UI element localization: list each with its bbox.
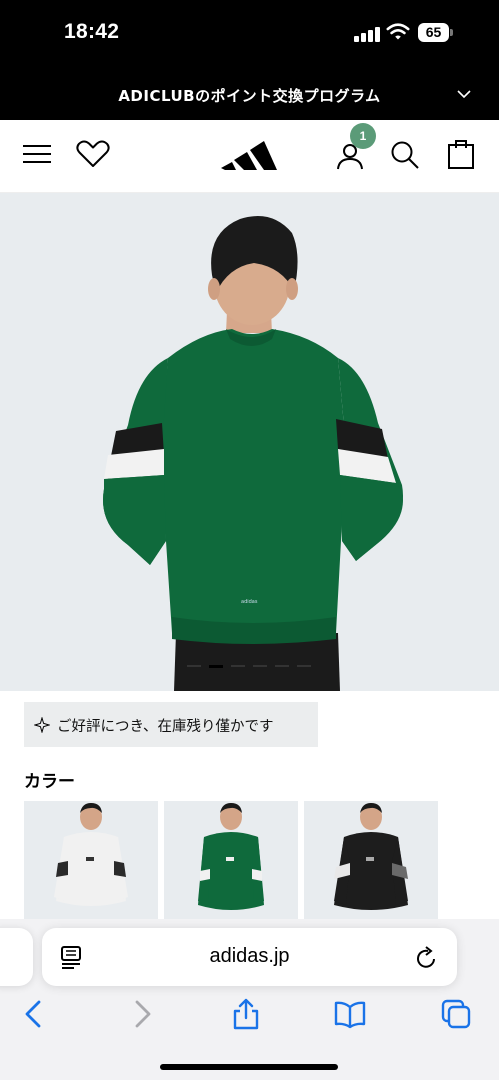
promo-text: ADICLUBのポイント交換プログラム xyxy=(118,87,381,105)
account-badge: 1 xyxy=(350,123,376,149)
menu-icon[interactable] xyxy=(22,142,52,166)
stock-badge-text: ご好評につき、在庫残り僅かです xyxy=(57,719,274,735)
url-text: adidas.jp xyxy=(209,945,290,967)
adidas-logo[interactable] xyxy=(220,134,278,172)
page: 18:42 65 ADICLUBのポイント交換プログラム 1 adidas ご好… xyxy=(0,0,499,1080)
color-section-title: カラー xyxy=(24,772,75,792)
wifi-icon xyxy=(386,23,410,40)
signal-icon xyxy=(354,26,380,42)
color-swatch-green[interactable] xyxy=(164,801,298,921)
color-swatch-white[interactable] xyxy=(24,801,158,921)
search-icon[interactable] xyxy=(390,140,420,170)
reload-icon[interactable] xyxy=(416,945,438,969)
promo-banner[interactable]: ADICLUBのポイント交換プログラム xyxy=(0,70,499,120)
site-header xyxy=(0,120,499,193)
forward-icon[interactable] xyxy=(126,998,158,1030)
back-icon[interactable] xyxy=(18,998,50,1030)
sparkle-icon xyxy=(34,717,50,733)
address-bar[interactable]: adidas.jp xyxy=(42,928,457,986)
previous-tab-preview[interactable] xyxy=(0,928,33,986)
home-indicator xyxy=(160,1064,338,1070)
status-time: 18:42 xyxy=(64,20,120,43)
chevron-down-icon[interactable] xyxy=(456,86,472,102)
product-hero-image[interactable]: adidas xyxy=(0,193,499,691)
carousel-indicator[interactable] xyxy=(187,665,311,669)
share-icon[interactable] xyxy=(230,998,262,1030)
heart-icon[interactable] xyxy=(76,140,110,168)
bookmarks-icon[interactable] xyxy=(334,998,366,1030)
color-swatch-black[interactable] xyxy=(304,801,438,921)
svg-text:adidas: adidas xyxy=(241,599,258,605)
tabs-icon[interactable] xyxy=(440,998,472,1030)
bag-icon[interactable] xyxy=(447,137,475,169)
battery-icon: 65 xyxy=(418,23,453,42)
model-back-view-image: adidas xyxy=(103,216,403,691)
status-bar: 18:42 65 xyxy=(0,0,499,70)
stock-badge: ご好評につき、在庫残り僅かです xyxy=(24,702,318,747)
battery-level: 65 xyxy=(418,23,449,42)
